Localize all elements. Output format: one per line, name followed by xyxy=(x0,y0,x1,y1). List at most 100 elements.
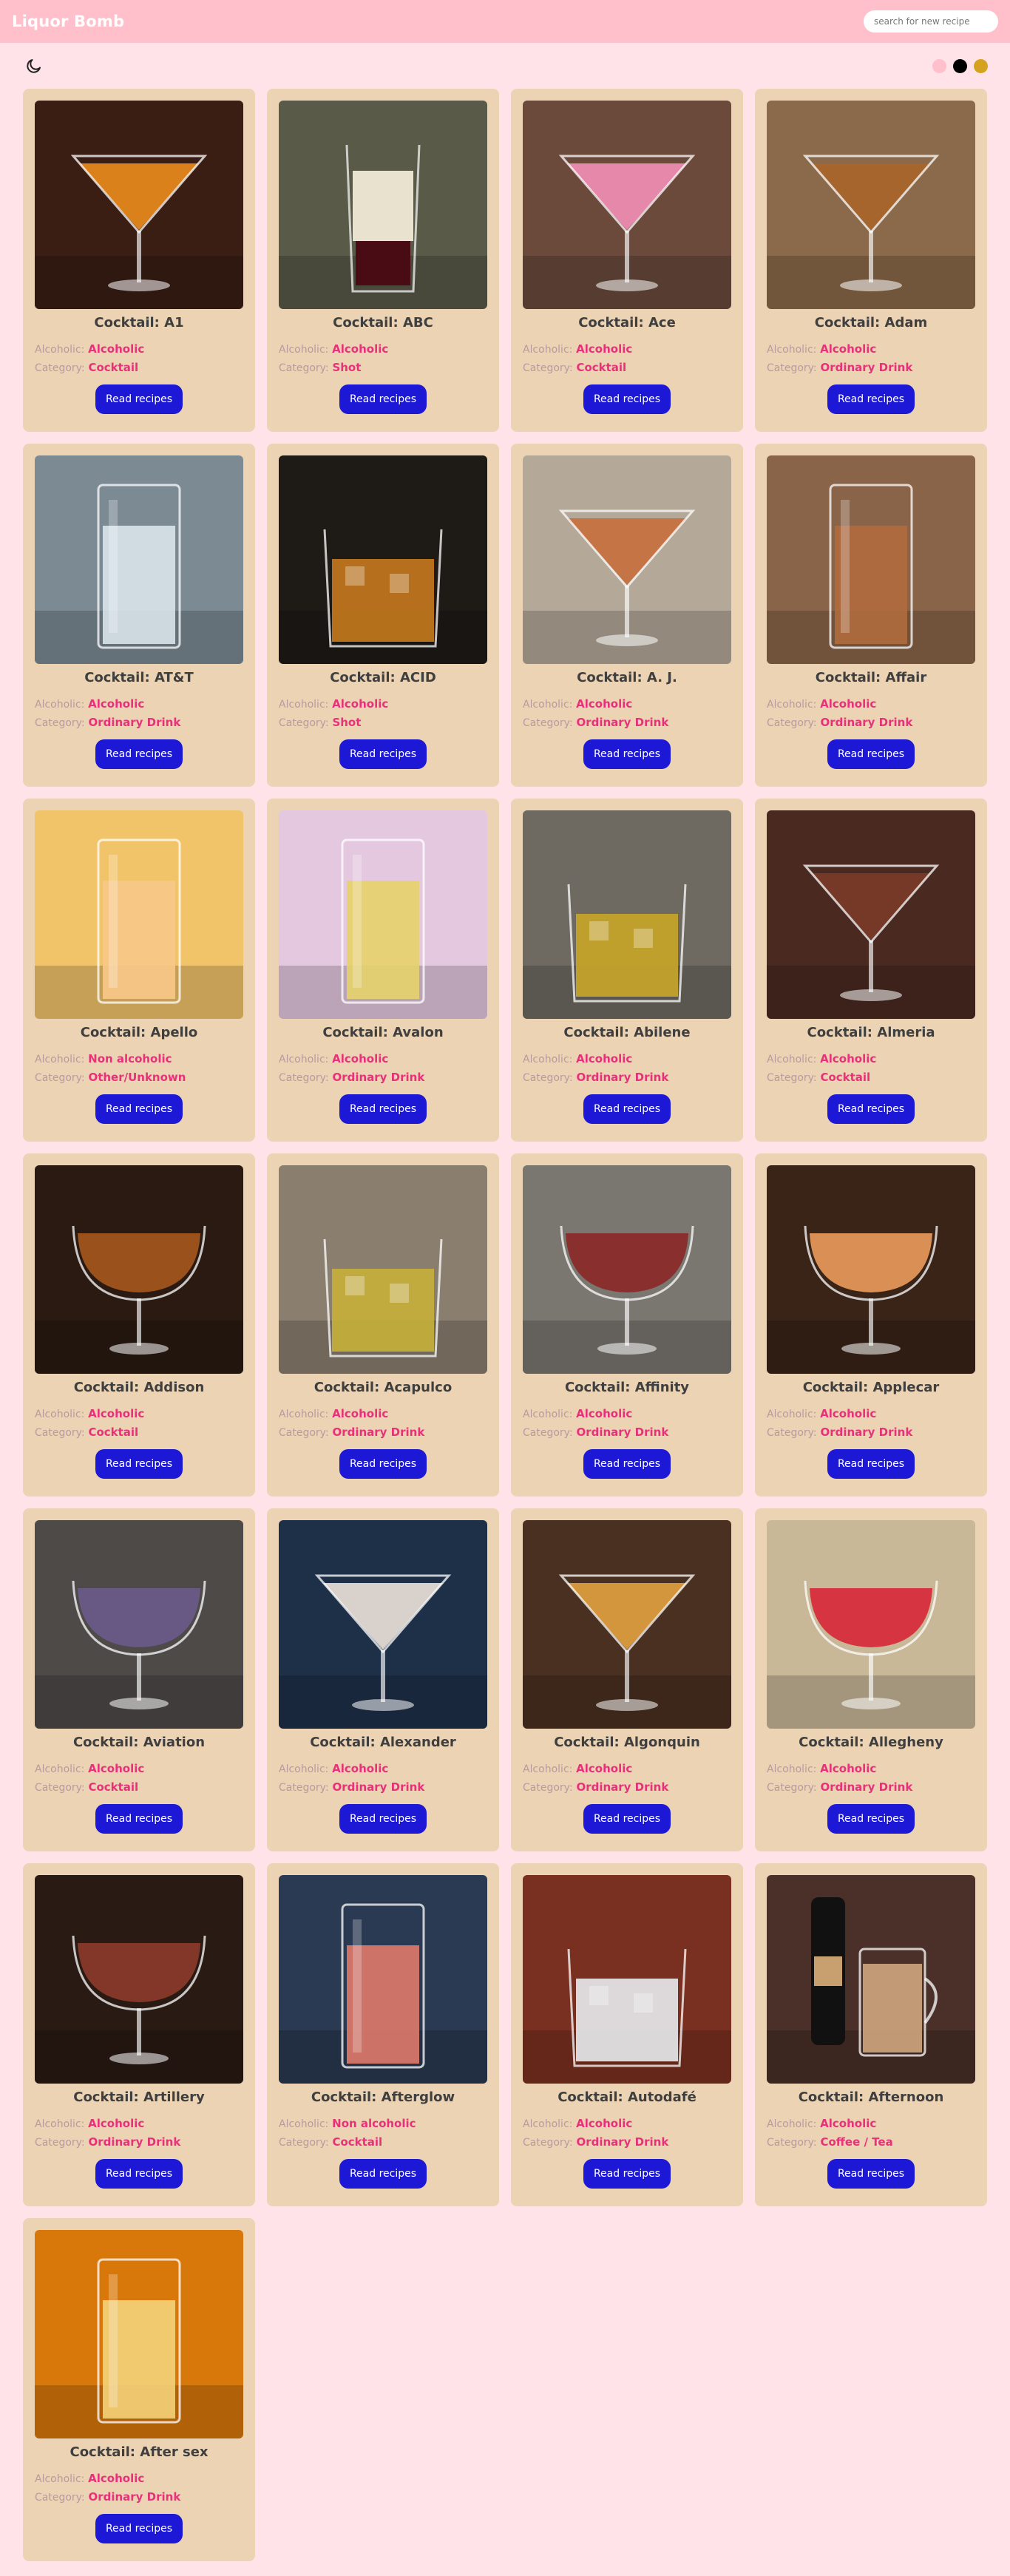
cocktail-card-a1: Cocktail: A1 Alcoholic: Alcoholic Catego… xyxy=(23,89,255,432)
swatch-black[interactable] xyxy=(953,58,967,73)
alcoholic-row: Alcoholic: Alcoholic xyxy=(767,2115,975,2133)
read-recipes-button[interactable]: Read recipes xyxy=(95,2514,183,2543)
cocktail-card-almeria: Cocktail: Almeria Alcoholic: Alcoholic C… xyxy=(755,799,987,1142)
cocktail-image[interactable] xyxy=(279,1520,487,1729)
cocktail-image[interactable] xyxy=(767,1875,975,2084)
read-recipes-button[interactable]: Read recipes xyxy=(95,1094,183,1124)
read-recipes-button[interactable]: Read recipes xyxy=(827,1449,915,1479)
swatch-gold[interactable] xyxy=(974,58,988,73)
alcoholic-label: Alcoholic: xyxy=(35,1054,85,1065)
read-recipes-button[interactable]: Read recipes xyxy=(95,739,183,769)
category-value: Cocktail xyxy=(820,1071,871,1084)
alcoholic-row: Alcoholic: Alcoholic xyxy=(523,1050,731,1068)
cocktail-image[interactable] xyxy=(523,455,731,664)
cocktail-image[interactable] xyxy=(279,1875,487,2084)
cocktail-meta: Alcoholic: Alcoholic Category: Ordinary … xyxy=(767,1760,975,1797)
read-recipes-button[interactable]: Read recipes xyxy=(95,1449,183,1479)
alcoholic-value: Alcoholic xyxy=(88,2472,145,2485)
cocktail-name: Cocktail: Adam xyxy=(814,315,928,331)
cocktail-image[interactable] xyxy=(523,1520,731,1729)
cocktail-name: Cocktail: Allegheny xyxy=(799,1735,943,1750)
read-recipes-button[interactable]: Read recipes xyxy=(339,739,427,769)
read-recipes-button[interactable]: Read recipes xyxy=(339,1804,427,1834)
cocktail-image[interactable] xyxy=(767,101,975,309)
alcoholic-label: Alcoholic: xyxy=(767,344,817,356)
cocktail-image[interactable] xyxy=(35,1520,243,1729)
cocktail-image[interactable] xyxy=(767,1520,975,1729)
cocktail-image[interactable] xyxy=(35,1165,243,1374)
category-row: Category: Ordinary Drink xyxy=(35,2488,243,2506)
read-recipes-button[interactable]: Read recipes xyxy=(583,1094,671,1124)
cocktail-image[interactable] xyxy=(279,455,487,664)
category-row: Category: Ordinary Drink xyxy=(35,714,243,732)
alcoholic-label: Alcoholic: xyxy=(523,699,573,711)
alcoholic-label: Alcoholic: xyxy=(767,1409,817,1420)
category-label: Category: xyxy=(35,1072,85,1084)
brand-logo-text[interactable]: Liquor Bomb xyxy=(12,13,124,30)
category-row: Category: Other/Unknown xyxy=(35,1068,243,1087)
cocktail-image[interactable] xyxy=(279,101,487,309)
cocktail-image[interactable] xyxy=(523,810,731,1019)
cocktail-image[interactable] xyxy=(523,1165,731,1374)
read-recipes-button[interactable]: Read recipes xyxy=(827,739,915,769)
cocktail-image[interactable] xyxy=(767,810,975,1019)
cocktail-image[interactable] xyxy=(35,101,243,309)
alcoholic-value: Alcoholic xyxy=(88,342,145,356)
category-row: Category: Cocktail xyxy=(35,1423,243,1442)
cocktail-image[interactable] xyxy=(767,455,975,664)
read-recipes-button[interactable]: Read recipes xyxy=(339,1094,427,1124)
read-recipes-button[interactable]: Read recipes xyxy=(827,1094,915,1124)
category-value: Ordinary Drink xyxy=(820,1426,913,1439)
cocktail-name: Cocktail: Artillery xyxy=(73,2089,205,2105)
read-recipes-button[interactable]: Read recipes xyxy=(827,1804,915,1834)
cocktail-card-afterglow: Cocktail: Afterglow Alcoholic: Non alcoh… xyxy=(267,1863,499,2206)
alcoholic-value: Alcoholic xyxy=(88,697,145,711)
read-recipes-button[interactable]: Read recipes xyxy=(583,2159,671,2189)
read-recipes-button[interactable]: Read recipes xyxy=(827,384,915,414)
category-row: Category: Ordinary Drink xyxy=(767,1778,975,1797)
cocktail-name: Cocktail: Affinity xyxy=(564,1380,690,1395)
cocktail-card-aviation: Cocktail: Aviation Alcoholic: Alcoholic … xyxy=(23,1508,255,1851)
cocktail-image[interactable] xyxy=(523,101,731,309)
cocktail-name: Cocktail: Apello xyxy=(80,1025,198,1040)
category-value: Ordinary Drink xyxy=(332,1780,425,1794)
cocktail-image[interactable] xyxy=(35,810,243,1019)
category-label: Category: xyxy=(767,362,817,374)
alcoholic-row: Alcoholic: Alcoholic xyxy=(35,1760,243,1778)
read-recipes-button[interactable]: Read recipes xyxy=(339,384,427,414)
category-row: Category: Coffee / Tea xyxy=(767,2133,975,2152)
cocktail-card-avalon: Cocktail: Avalon Alcoholic: Alcoholic Ca… xyxy=(267,799,499,1142)
read-recipes-button[interactable]: Read recipes xyxy=(95,1804,183,1834)
alcoholic-label: Alcoholic: xyxy=(279,699,329,711)
read-recipes-button[interactable]: Read recipes xyxy=(827,2159,915,2189)
cocktail-image[interactable] xyxy=(279,810,487,1019)
read-recipes-button[interactable]: Read recipes xyxy=(583,739,671,769)
cocktail-image[interactable] xyxy=(35,455,243,664)
alcoholic-label: Alcoholic: xyxy=(279,1409,329,1420)
cocktail-meta: Alcoholic: Non alcoholic Category: Cockt… xyxy=(279,2115,487,2152)
cocktail-image[interactable] xyxy=(35,2230,243,2438)
alcoholic-label: Alcoholic: xyxy=(523,1763,573,1775)
cocktail-name: Cocktail: ABC xyxy=(333,315,433,331)
cocktail-image[interactable] xyxy=(35,1875,243,2084)
read-recipes-button[interactable]: Read recipes xyxy=(583,1804,671,1834)
alcoholic-label: Alcoholic: xyxy=(279,2118,329,2130)
category-row: Category: Ordinary Drink xyxy=(767,1423,975,1442)
swatch-pink[interactable] xyxy=(932,58,946,73)
read-recipes-button[interactable]: Read recipes xyxy=(95,2159,183,2189)
search-input[interactable] xyxy=(864,10,998,33)
cocktail-image[interactable] xyxy=(279,1165,487,1374)
read-recipes-button[interactable]: Read recipes xyxy=(339,2159,427,2189)
cocktail-meta: Alcoholic: Alcoholic Category: Cocktail xyxy=(523,340,731,377)
cocktail-image[interactable] xyxy=(767,1165,975,1374)
read-recipes-button[interactable]: Read recipes xyxy=(583,1449,671,1479)
toolbar xyxy=(0,43,1010,89)
cocktail-name: Cocktail: A. J. xyxy=(577,670,677,685)
category-label: Category: xyxy=(767,1072,817,1084)
cocktail-image[interactable] xyxy=(523,1875,731,2084)
read-recipes-button[interactable]: Read recipes xyxy=(95,384,183,414)
read-recipes-button[interactable]: Read recipes xyxy=(583,384,671,414)
moon-icon[interactable] xyxy=(25,56,44,75)
read-recipes-button[interactable]: Read recipes xyxy=(339,1449,427,1479)
alcoholic-row: Alcoholic: Alcoholic xyxy=(279,1405,487,1423)
